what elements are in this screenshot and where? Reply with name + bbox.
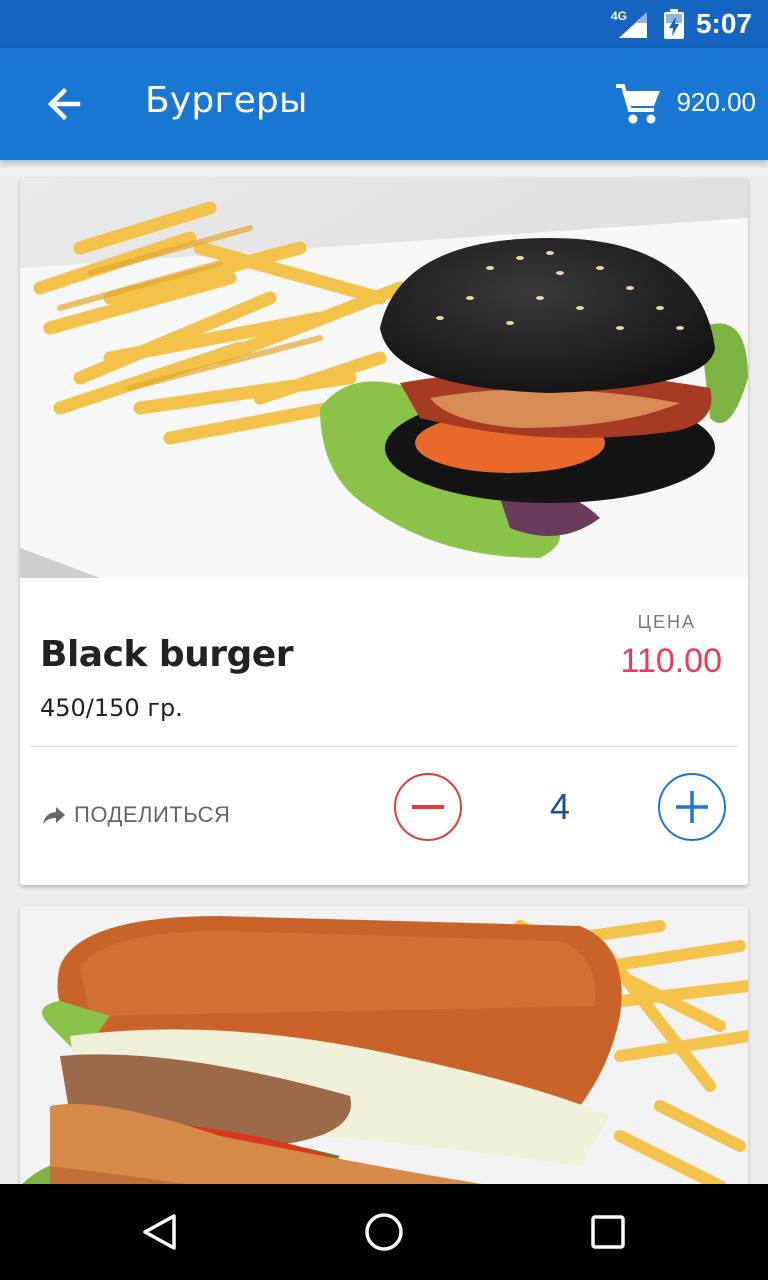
increase-quantity-button[interactable] bbox=[657, 772, 727, 842]
arrow-left-icon bbox=[47, 87, 81, 121]
share-label: ПОДЕЛИТЬСЯ bbox=[74, 802, 231, 827]
price-label: ЦЕНА bbox=[637, 612, 696, 632]
status-bar: 4G 5:07 bbox=[0, 0, 768, 48]
quantity-value: 4 bbox=[549, 786, 571, 827]
cart-icon bbox=[616, 84, 660, 124]
product-card bbox=[20, 906, 748, 1184]
battery-icon bbox=[664, 9, 684, 39]
home-circle-icon[interactable] bbox=[364, 1212, 404, 1252]
product-list[interactable]: Black burger 450/150 гр. ЦЕНА 110.00 ПОД… bbox=[0, 160, 768, 1184]
plus-icon bbox=[658, 773, 726, 841]
app-bar: Бургеры 920.00 bbox=[0, 48, 768, 160]
back-button[interactable] bbox=[40, 84, 88, 124]
sandwich-photo[interactable] bbox=[20, 906, 748, 1184]
signal-icon bbox=[619, 12, 647, 38]
share-icon bbox=[43, 807, 65, 824]
product-weight: 450/150 гр. bbox=[40, 694, 183, 722]
cart-total: 920.00 bbox=[676, 87, 756, 117]
minus-icon bbox=[394, 773, 462, 841]
divider bbox=[30, 746, 738, 747]
page-title: Бургеры bbox=[145, 80, 308, 121]
recents-square-icon[interactable] bbox=[590, 1214, 626, 1250]
product-price: 110.00 bbox=[620, 642, 722, 680]
share-button[interactable]: ПОДЕЛИТЬСЯ bbox=[42, 800, 230, 830]
product-name: Black burger bbox=[40, 634, 293, 675]
clock: 5:07 bbox=[695, 8, 752, 39]
product-card: Black burger 450/150 гр. ЦЕНА 110.00 ПОД… bbox=[20, 178, 748, 885]
cart-button[interactable] bbox=[614, 82, 664, 126]
black-burger-photo[interactable] bbox=[20, 178, 748, 578]
decrease-quantity-button[interactable] bbox=[393, 772, 463, 842]
back-triangle-icon[interactable] bbox=[140, 1212, 180, 1252]
